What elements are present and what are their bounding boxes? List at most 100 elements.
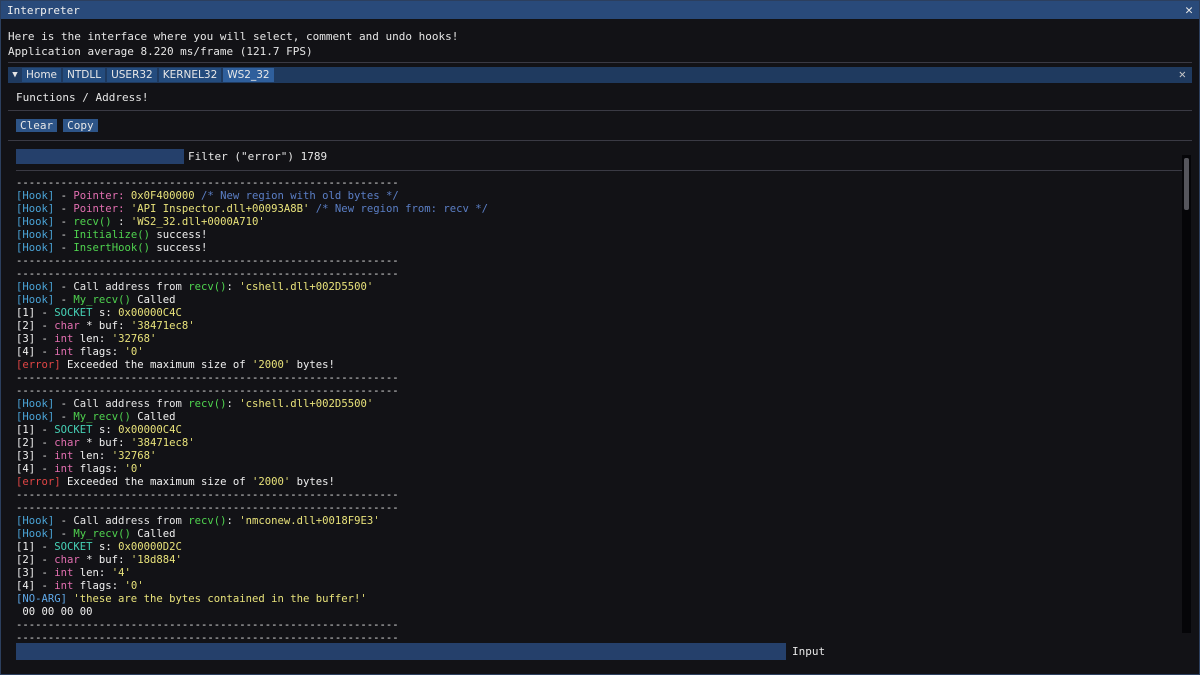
log-segment: [3]	[16, 567, 36, 579]
log-segment: len:	[73, 567, 112, 579]
button-row: Clear Copy	[8, 115, 1192, 136]
log-segment: [3]	[16, 333, 36, 345]
log-segment: -	[54, 229, 74, 241]
input-label: Input	[792, 645, 826, 658]
log-line: [Hook] - recv() : 'WS2_32.dll+0000A710'	[16, 216, 1184, 229]
log-segment: '2000'	[252, 359, 291, 371]
log-segment: ----------------------------------------…	[16, 268, 399, 280]
log-segment: Pointer:	[73, 203, 131, 215]
log-segment: [Hook]	[16, 528, 55, 540]
log-segment: [Hook]	[16, 229, 55, 241]
tab-ntdll[interactable]: NTDLL	[63, 68, 106, 82]
log-segment: [Hook]	[16, 294, 55, 306]
log-segment: -	[35, 554, 55, 566]
log-segment: recv()	[188, 281, 227, 293]
log-line: [4] - int flags: '0'	[16, 346, 1184, 359]
log-segment: /* New region from: recv */	[309, 203, 489, 215]
log-line: [Hook] - Call address from recv(): 'cshe…	[16, 398, 1184, 411]
log-segment: '32768'	[111, 450, 157, 462]
log-line: ----------------------------------------…	[16, 489, 1184, 502]
log-segment: -	[35, 424, 55, 436]
log-line: ----------------------------------------…	[16, 619, 1184, 632]
tab-kernel32[interactable]: KERNEL32	[158, 68, 222, 82]
log-segment: int	[54, 580, 74, 592]
tab-ws2-32[interactable]: WS2_32	[223, 68, 274, 82]
info-line-1: Here is the interface where you will sel…	[8, 30, 459, 43]
log-segment: -	[54, 528, 74, 540]
command-input[interactable]	[16, 643, 786, 660]
log-segment: * buf:	[79, 554, 131, 566]
close-icon[interactable]: ✕	[1185, 3, 1193, 18]
log-segment: '18d884'	[130, 554, 182, 566]
filter-label: Filter ("error") 1789	[188, 150, 328, 163]
log-line: ----------------------------------------…	[16, 372, 1184, 385]
log-segment: char	[54, 320, 80, 332]
log-line: [Hook] - My_recv() Called	[16, 294, 1184, 307]
log-line: [1] - SOCKET s: 0x00000D2C	[16, 541, 1184, 554]
log-segment: Initialize()	[73, 229, 150, 241]
log-segment: [Hook]	[16, 515, 55, 527]
tab-home[interactable]: Home	[22, 68, 62, 82]
log-segment: /* New region with old bytes */	[194, 190, 399, 202]
tab-list-dropdown-icon[interactable]: ▼	[8, 70, 22, 80]
log-segment: ----------------------------------------…	[16, 489, 399, 501]
log-segment: :	[111, 216, 131, 228]
log-output[interactable]: ----------------------------------------…	[16, 170, 1184, 655]
log-segment: len:	[73, 450, 112, 462]
log-segment: 'cshell.dll+002D5500'	[239, 398, 374, 410]
log-segment: -	[54, 294, 74, 306]
log-line: [Hook] - My_recv() Called	[16, 411, 1184, 424]
log-line: [Hook] - Initialize() success!	[16, 229, 1184, 242]
log-line: 00 00 00 00	[16, 606, 1184, 619]
log-segment: 'nmconew.dll+0018F9E3'	[239, 515, 380, 527]
interpreter-window: Interpreter ✕ Here is the interface wher…	[0, 0, 1200, 675]
tab-bar: ▼ Home NTDLL USER32 KERNEL32 WS2_32 ✕	[8, 67, 1192, 83]
fps-line: Application average 8.220 ms/frame (121.…	[8, 45, 313, 58]
log-segment: [4]	[16, 346, 36, 358]
log-segment: recv()	[188, 515, 227, 527]
filter-input[interactable]	[16, 149, 184, 164]
log-segment: -	[35, 450, 55, 462]
log-segment: recv()	[73, 216, 112, 228]
log-segment: [2]	[16, 554, 36, 566]
divider	[8, 62, 1192, 63]
scrollbar-thumb[interactable]	[1184, 158, 1189, 210]
log-line: [Hook] - InsertHook() success!	[16, 242, 1184, 255]
log-segment: InsertHook()	[73, 242, 150, 254]
log-segment: [error]	[16, 359, 61, 371]
log-line: [Hook] - Pointer: 'API Inspector.dll+000…	[16, 203, 1184, 216]
log-segment: [2]	[16, 320, 36, 332]
clear-button[interactable]: Clear	[16, 119, 58, 132]
log-segment: [Hook]	[16, 216, 55, 228]
log-segment: len:	[73, 333, 112, 345]
log-segment: 'API Inspector.dll+00093A8B'	[130, 203, 310, 215]
close-tab-icon[interactable]: ✕	[1179, 67, 1186, 81]
log-segment: success!	[149, 242, 208, 254]
log-line: [Hook] - Call address from recv(): 'cshe…	[16, 281, 1184, 294]
log-line: [Hook] - Pointer: 0x0F400000 /* New regi…	[16, 190, 1184, 203]
log-segment: :	[226, 281, 240, 293]
log-segment: '0'	[124, 463, 144, 475]
log-segment: 'these are the bytes contained in the bu…	[67, 593, 367, 605]
log-segment: -	[35, 333, 55, 345]
log-segment: '38471ec8'	[130, 320, 195, 332]
log-segment: :	[226, 398, 240, 410]
log-scrollbar[interactable]	[1182, 155, 1191, 633]
log-line: ----------------------------------------…	[16, 255, 1184, 268]
log-segment: bytes!	[290, 476, 335, 488]
log-segment: int	[54, 346, 74, 358]
log-segment: char	[54, 437, 80, 449]
log-segment: Exceeded the maximum size of	[60, 359, 252, 371]
log-segment: [Hook]	[16, 281, 55, 293]
title-bar[interactable]: Interpreter ✕	[1, 1, 1199, 19]
log-segment: s:	[92, 541, 119, 553]
log-line: ----------------------------------------…	[16, 177, 1184, 190]
copy-button[interactable]: Copy	[63, 119, 98, 132]
log-segment: '4'	[111, 567, 131, 579]
log-line: ----------------------------------------…	[16, 502, 1184, 515]
log-segment: '0'	[124, 580, 144, 592]
log-segment: s:	[92, 307, 119, 319]
log-segment: -	[35, 541, 55, 553]
log-segment: ----------------------------------------…	[16, 385, 399, 397]
tab-user32[interactable]: USER32	[107, 68, 157, 82]
